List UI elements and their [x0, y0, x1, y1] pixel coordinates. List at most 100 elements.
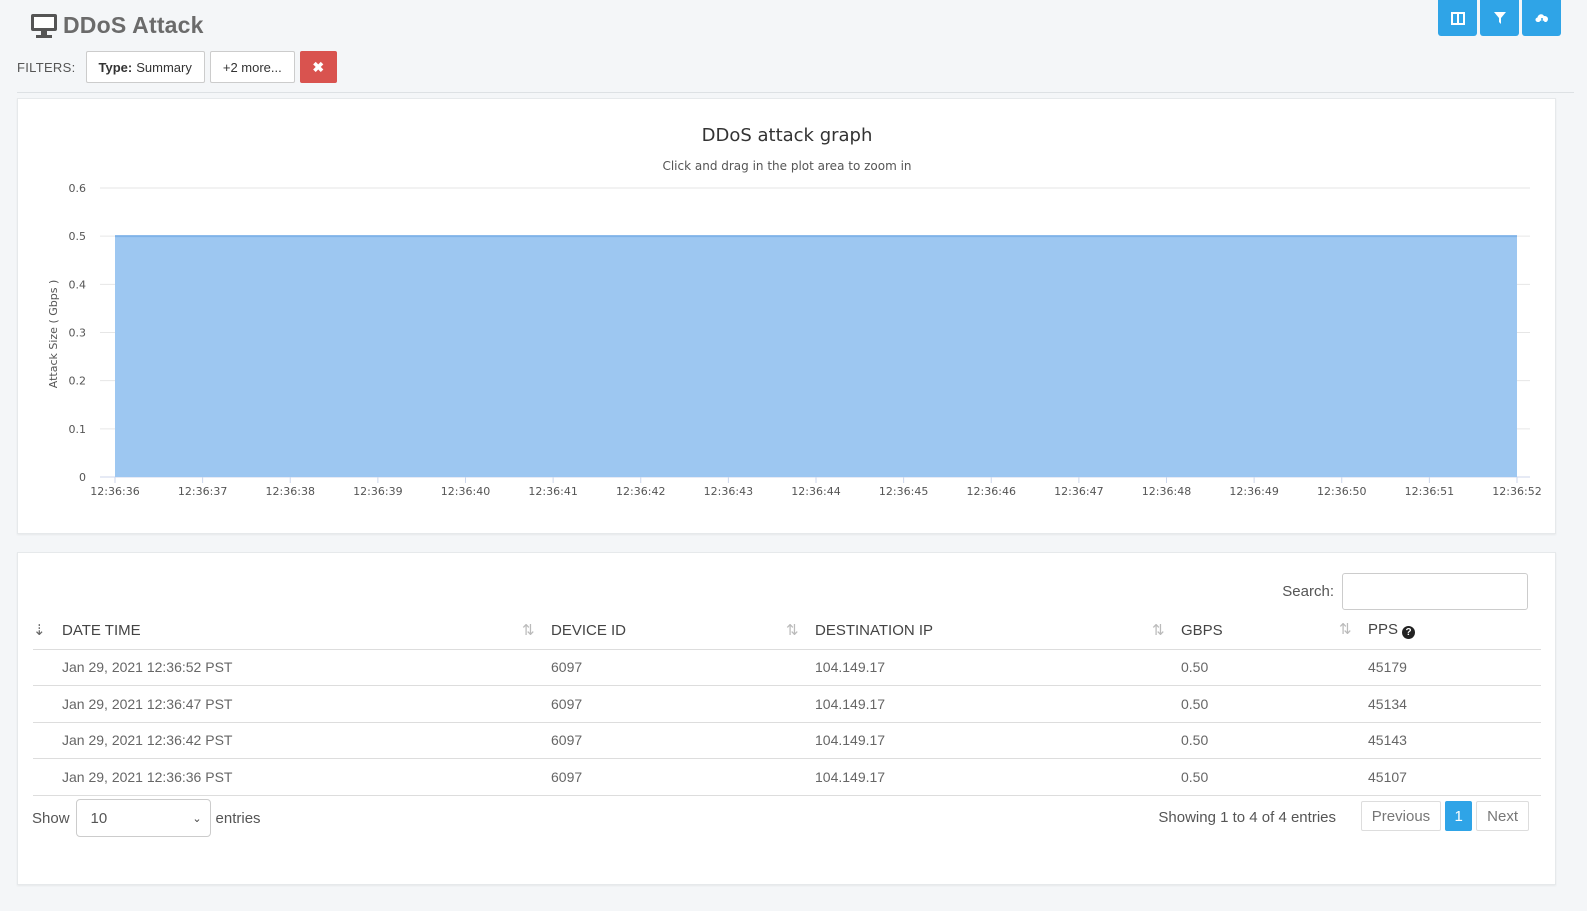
monitor-icon — [31, 13, 57, 38]
table-row[interactable]: Jan 29, 2021 12:36:42 PST 6097 104.149.1… — [33, 722, 1541, 759]
download-button[interactable] — [1522, 0, 1561, 36]
cell-date-time: Jan 29, 2021 12:36:36 PST — [33, 758, 522, 796]
table-info: Showing 1 to 4 of 4 entries — [1158, 809, 1336, 826]
columns-icon — [1450, 11, 1465, 25]
page-header: DDoS Attack — [31, 12, 204, 39]
filter-type-value: Summary — [136, 59, 192, 75]
x-tick-label: 12:36:44 — [791, 485, 840, 498]
show-label: Show — [32, 809, 70, 827]
series-area — [115, 236, 1517, 477]
cell-destination-ip: 104.149.17 — [786, 758, 1152, 796]
attacks-table: ⇣ DATE TIME ⇅ DEVICE ID ⇅ DESTINATION IP ⇅ G… — [33, 611, 1541, 796]
page-size-select[interactable]: 10 ⌄ — [75, 799, 211, 837]
filter-button[interactable] — [1480, 0, 1519, 36]
filters-bar: FILTERS: Type: Summary +2 more... ✖ — [17, 51, 337, 83]
sort-icon: ⇅ — [1152, 621, 1165, 639]
more-filters-label: +2 more... — [222, 59, 282, 75]
previous-page-button[interactable]: Previous — [1360, 801, 1442, 831]
cell-pps: 45107 — [1339, 758, 1541, 796]
chart-panel: DDoS attack graph Click and drag in the … — [17, 98, 1556, 534]
clear-filters-button[interactable]: ✖ — [299, 51, 337, 83]
x-tick-label: 12:36:45 — [879, 485, 928, 498]
cell-date-time: Jan 29, 2021 12:36:42 PST — [33, 722, 522, 759]
y-tick-label: 0.1 — [69, 423, 87, 436]
next-page-button[interactable]: Next — [1476, 801, 1529, 831]
x-tick-label: 12:36:39 — [353, 485, 402, 498]
chart-series — [115, 235, 1517, 477]
table-header-row: ⇣ DATE TIME ⇅ DEVICE ID ⇅ DESTINATION IP ⇅ G… — [33, 611, 1541, 650]
x-tick-label: 12:36:50 — [1317, 485, 1366, 498]
close-icon: ✖ — [312, 58, 325, 75]
cell-destination-ip: 104.149.17 — [786, 685, 1152, 723]
x-tick-label: 12:36:51 — [1405, 485, 1454, 498]
columns-button[interactable] — [1438, 0, 1477, 36]
pagination: Previous 1 Next — [1360, 801, 1529, 831]
y-tick-label: 0.5 — [69, 230, 87, 243]
cell-destination-ip: 104.149.17 — [786, 649, 1152, 686]
x-tick-label: 12:36:48 — [1142, 485, 1191, 498]
help-icon[interactable]: ? — [1402, 626, 1416, 640]
x-tick-label: 12:36:47 — [1054, 485, 1103, 498]
x-tick-label: 12:36:37 — [178, 485, 227, 498]
cell-gbps: 0.50 — [1152, 685, 1339, 723]
y-axis-ticks: 0 0.1 0.2 0.3 0.4 0.5 0.6 — [69, 182, 87, 484]
cloud-download-icon — [1534, 13, 1548, 25]
filters-label: FILTERS: — [17, 59, 76, 75]
y-axis-label: Attack Size ( Gbps ) — [47, 280, 60, 389]
y-tick-label: 0.6 — [69, 182, 87, 195]
cell-pps: 45134 — [1339, 685, 1541, 723]
ddos-chart[interactable]: DDoS attack graph Click and drag in the … — [18, 99, 1557, 535]
sort-icon: ⇅ — [1339, 621, 1352, 639]
search-label: Search: — [1282, 583, 1334, 600]
cell-gbps: 0.50 — [1152, 722, 1339, 759]
column-header-gbps[interactable]: ⇅ GBPS — [1152, 611, 1339, 650]
search-input[interactable] — [1342, 573, 1528, 610]
cell-date-time: Jan 29, 2021 12:36:47 PST — [33, 685, 522, 723]
column-header-device-id[interactable]: ⇅ DEVICE ID — [522, 611, 786, 650]
x-tick-label: 12:36:43 — [704, 485, 753, 498]
column-header-destination-ip[interactable]: ⇅ DESTINATION IP — [786, 611, 1152, 650]
x-tick-label: 12:36:36 — [90, 485, 139, 498]
table-row[interactable]: Jan 29, 2021 12:36:47 PST 6097 104.149.1… — [33, 685, 1541, 723]
table-row[interactable]: Jan 29, 2021 12:36:52 PST 6097 104.149.1… — [33, 649, 1541, 686]
x-tick-label: 12:36:40 — [441, 485, 490, 498]
page-size-value: 10 — [90, 809, 108, 827]
cell-gbps: 0.50 — [1152, 649, 1339, 686]
column-header-date-time[interactable]: ⇣ DATE TIME — [33, 611, 522, 650]
chart-subtitle: Click and drag in the plot area to zoom … — [662, 159, 911, 173]
page-size-control: Show 10 ⌄ entries — [32, 799, 261, 837]
chevron-down-icon: ⌄ — [192, 812, 202, 825]
y-tick-label: 0.2 — [69, 375, 87, 388]
cell-pps: 45143 — [1339, 722, 1541, 759]
cell-device-id: 6097 — [522, 722, 786, 759]
y-tick-label: 0 — [79, 471, 86, 484]
x-tick-label: 12:36:38 — [266, 485, 315, 498]
table-panel: Search: ⇣ DATE TIME ⇅ DEVICE ID ⇅ DESTINATI… — [17, 552, 1556, 885]
filter-type-button[interactable]: Type: Summary — [85, 51, 205, 83]
page-title: DDoS Attack — [63, 12, 204, 38]
divider — [17, 92, 1574, 93]
column-header-pps[interactable]: ⇅ PPS? — [1339, 611, 1541, 650]
page-1-button[interactable]: 1 — [1445, 801, 1473, 831]
cell-destination-ip: 104.149.17 — [786, 722, 1152, 759]
y-tick-label: 0.4 — [69, 278, 87, 291]
x-tick-label: 12:36:46 — [967, 485, 1016, 498]
sort-icon: ⇅ — [786, 621, 799, 639]
y-tick-label: 0.3 — [69, 327, 87, 340]
more-filters-button[interactable]: +2 more... — [209, 51, 295, 83]
filter-type-key: Type: — [98, 59, 133, 75]
chart-title: DDoS attack graph — [702, 125, 873, 146]
x-tick-label: 12:36:49 — [1229, 485, 1278, 498]
x-tick-label: 12:36:52 — [1492, 485, 1541, 498]
x-tick-label: 12:36:42 — [616, 485, 665, 498]
cell-device-id: 6097 — [522, 758, 786, 796]
filter-icon — [1493, 12, 1506, 24]
toolbar — [1438, 0, 1561, 36]
x-axis-ticks: 12:36:36 12:36:37 12:36:38 12:36:39 12:36:40… — [90, 477, 1542, 498]
search-box: Search: — [1282, 573, 1528, 610]
cell-pps: 45179 — [1339, 649, 1541, 686]
cell-device-id: 6097 — [522, 649, 786, 686]
table-row[interactable]: Jan 29, 2021 12:36:36 PST 6097 104.149.1… — [33, 758, 1541, 796]
sort-icon: ⇅ — [522, 621, 535, 639]
sort-desc-icon: ⇣ — [33, 621, 46, 639]
